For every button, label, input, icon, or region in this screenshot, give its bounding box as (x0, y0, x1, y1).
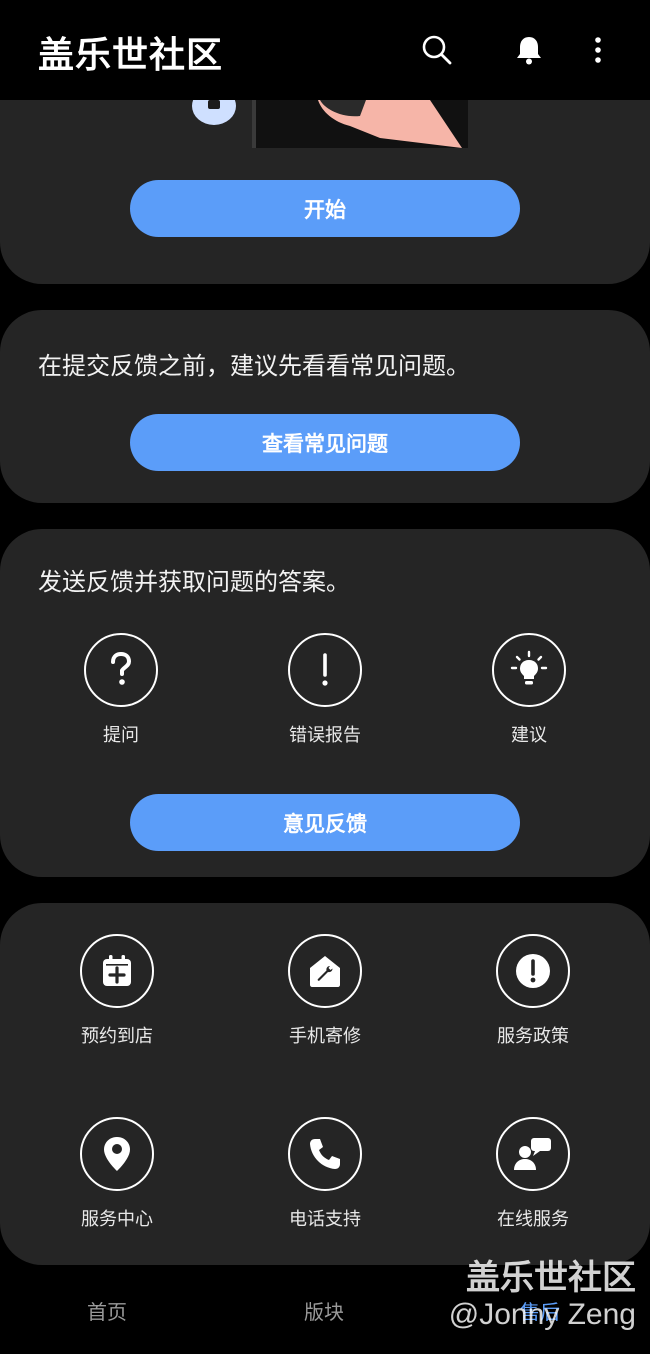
watermark-title: 盖乐世社区 (466, 1259, 636, 1297)
phone-support-item[interactable]: 电话支持 (225, 1117, 425, 1231)
watermark-author: @Jonny Zeng (448, 1298, 636, 1331)
send-feedback-button[interactable]: 意见反馈 (130, 794, 520, 851)
feedback-hint-text: 发送反馈并获取问题的答案。 (38, 568, 350, 596)
mail-in-repair-item[interactable]: 手机寄修 (225, 934, 425, 1048)
alert-circle-icon (496, 934, 570, 1008)
notification-bell-icon[interactable] (509, 30, 549, 70)
chat-agent-icon (496, 1117, 570, 1191)
service-policy-item[interactable]: 服务政策 (433, 934, 633, 1048)
search-icon[interactable] (417, 30, 457, 70)
start-button[interactable]: 开始 (130, 180, 520, 237)
online-service-label: 在线服务 (497, 1209, 569, 1230)
store-appointment-item[interactable]: 预约到店 (17, 934, 217, 1048)
error-report-option[interactable]: 错误报告 (225, 633, 425, 747)
service-policy-label: 服务政策 (497, 1026, 569, 1047)
exclamation-icon (288, 633, 362, 707)
wrench-house-icon (288, 934, 362, 1008)
service-card: 预约到店 手机寄修 服务政策 服务中心 电话支持 在线服务 (0, 903, 650, 1265)
mail-in-repair-label: 手机寄修 (289, 1026, 361, 1047)
calendar-add-icon (80, 934, 154, 1008)
suggestion-option[interactable]: 建议 (429, 633, 629, 747)
error-report-label: 错误报告 (289, 725, 361, 746)
app-title: 盖乐世社区 (38, 35, 224, 76)
service-center-label: 服务中心 (81, 1209, 153, 1230)
app-bar: 盖乐世社区 (0, 0, 650, 100)
nav-sections-tab[interactable]: 版块 (304, 1296, 344, 1325)
feedback-card: 发送反馈并获取问题的答案。 提问 错误报告 建议 意见反馈 (0, 529, 650, 877)
faq-card: 在提交反馈之前，建议先看看常见问题。 查看常见问题 (0, 310, 650, 503)
suggestion-label: 建议 (511, 725, 547, 746)
lightbulb-icon (492, 633, 566, 707)
store-appointment-label: 预约到店 (81, 1026, 153, 1047)
view-faq-button[interactable]: 查看常见问题 (130, 414, 520, 471)
phone-support-label: 电话支持 (289, 1209, 361, 1230)
more-options-icon[interactable] (578, 30, 618, 70)
question-icon (84, 633, 158, 707)
nav-home-tab[interactable]: 首页 (87, 1296, 127, 1325)
service-center-item[interactable]: 服务中心 (17, 1117, 217, 1231)
ask-question-option[interactable]: 提问 (21, 633, 221, 747)
location-pin-icon (80, 1117, 154, 1191)
onboarding-illustration (192, 100, 468, 148)
online-service-item[interactable]: 在线服务 (433, 1117, 633, 1231)
faq-hint-text: 在提交反馈之前，建议先看看常见问题。 (38, 352, 470, 380)
onboarding-card: 开始 (0, 100, 650, 284)
phone-icon (288, 1117, 362, 1191)
ask-question-label: 提问 (103, 725, 139, 746)
